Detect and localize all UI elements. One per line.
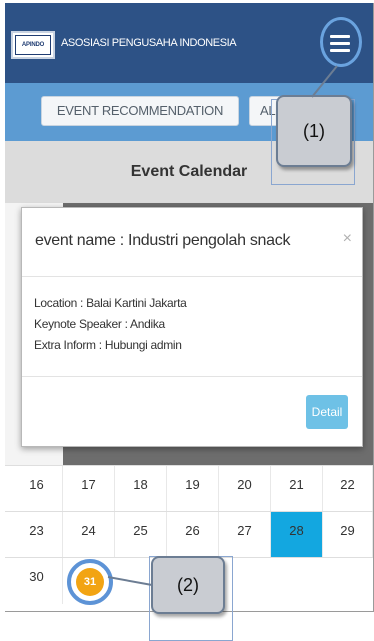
calendar-day-today[interactable]: 31 (76, 568, 104, 596)
calendar-day[interactable]: 24 (63, 512, 115, 558)
calendar-week-row: 16 17 18 19 20 21 22 (5, 465, 373, 512)
app-frame: APINDO ASOSIASI PENGUSAHA INDONESIA EVEN… (5, 3, 374, 641)
logo-text: APINDO (15, 35, 51, 55)
tab-event-recommendation[interactable]: EVENT RECOMMENDATION (41, 96, 239, 126)
calendar-day[interactable]: 20 (219, 466, 271, 512)
apindo-logo: APINDO (11, 31, 55, 59)
event-modal: event name : Industri pengolah snack × L… (21, 207, 363, 447)
calendar-day[interactable]: 19 (167, 466, 219, 512)
annotation-ring-1 (320, 17, 362, 67)
calendar-day[interactable]: 21 (271, 466, 323, 512)
callout-1: (1) (276, 95, 352, 167)
close-icon[interactable]: × (343, 230, 352, 248)
calendar-day[interactable]: 26 (167, 512, 219, 558)
callout-2: (2) (151, 556, 225, 614)
calendar-day[interactable]: 17 (63, 466, 115, 512)
calendar-day[interactable]: 23 (11, 512, 63, 558)
event-extra-info: Extra Inform : Hubungi admin (34, 338, 182, 352)
calendar-day[interactable]: 27 (219, 512, 271, 558)
modal-divider (22, 376, 362, 377)
app-header: APINDO ASOSIASI PENGUSAHA INDONESIA (5, 3, 373, 83)
event-location: Location : Balai Kartini Jakarta (34, 296, 187, 310)
today-marker[interactable]: 31 (67, 559, 113, 605)
calendar-day[interactable]: 25 (115, 512, 167, 558)
calendar-day[interactable]: 29 (323, 512, 373, 558)
calendar-day-event[interactable]: 28 (271, 512, 323, 558)
calendar-week-row: 23 24 25 26 27 28 29 (5, 511, 373, 558)
brand-name: ASOSIASI PENGUSAHA INDONESIA (61, 37, 237, 49)
event-keynote-speaker: Keynote Speaker : Andika (34, 317, 165, 331)
calendar-day[interactable]: 22 (323, 466, 373, 512)
calendar-day[interactable]: 16 (11, 466, 63, 512)
calendar-day[interactable]: 18 (115, 466, 167, 512)
calendar-day[interactable]: 30 (11, 558, 63, 604)
modal-divider (22, 276, 362, 277)
modal-title: event name : Industri pengolah snack (35, 232, 291, 249)
detail-button[interactable]: Detail (306, 395, 348, 429)
